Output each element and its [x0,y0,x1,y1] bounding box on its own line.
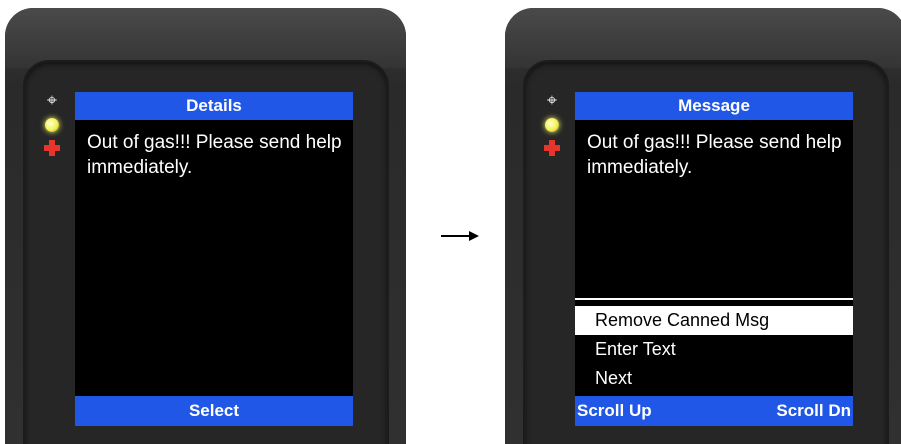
softkey-bar: Scroll Up Scroll Dn [575,396,853,426]
message-text: Out of gas!!! Please send help immediate… [87,132,342,178]
device-right: ⌖ Message Out of gas!!! Please send help… [505,8,901,444]
menu-item-remove-canned-msg[interactable]: Remove Canned Msg [575,306,853,335]
select-softkey[interactable]: Select [75,396,353,426]
message-text: Out of gas!!! Please send help immediate… [587,132,842,178]
menu-item-next[interactable]: Next [575,364,853,393]
yellow-led-icon [545,118,559,132]
screen: Details Out of gas!!! Please send help i… [75,92,353,426]
red-cross-icon [544,140,560,156]
indicator-column: ⌖ [540,92,564,164]
transition-arrow-icon [441,231,481,241]
screen-title: Message [575,92,853,120]
scroll-up-softkey[interactable]: Scroll Up [577,396,652,426]
options-menu: Remove Canned Msg Enter Text Next [575,306,853,393]
red-cross-icon [44,140,60,156]
device-left: ⌖ Details Out of gas!!! Please send help… [5,8,406,444]
yellow-led-icon [45,118,59,132]
screen: Message Out of gas!!! Please send help i… [575,92,853,426]
scroll-down-softkey[interactable]: Scroll Dn [776,396,851,426]
menu-item-enter-text[interactable]: Enter Text [575,335,853,364]
target-icon: ⌖ [546,90,558,111]
indicator-column: ⌖ [40,92,64,164]
screen-title: Details [75,92,353,120]
menu-divider [575,298,853,300]
target-icon: ⌖ [46,90,58,111]
